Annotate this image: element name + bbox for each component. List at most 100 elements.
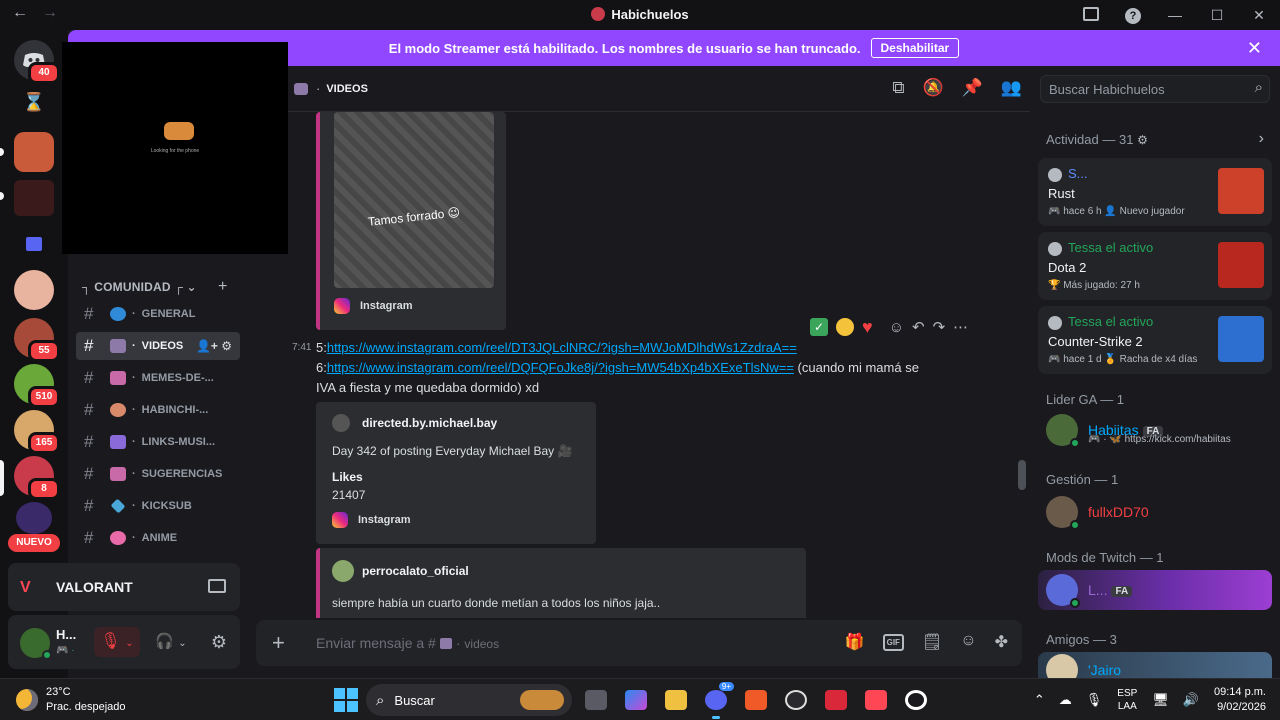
- server-icon[interactable]: [16, 502, 52, 534]
- folder-icon[interactable]: [14, 228, 54, 260]
- instagram-link[interactable]: https://www.instagram.com/reel/DQFQFoJke…: [327, 360, 794, 375]
- heart-reaction-icon[interactable]: ♥: [862, 317, 873, 338]
- channel-general[interactable]: # · GENERAL: [76, 300, 240, 328]
- direct-messages-button[interactable]: 40: [14, 40, 60, 84]
- app-icon[interactable]: [900, 684, 932, 716]
- server-icon[interactable]: 510: [14, 364, 60, 408]
- channel-sugerencias[interactable]: # · SUGERENCIAS: [76, 460, 240, 488]
- channel-habinchi[interactable]: # · HABINCHI-...: [76, 396, 240, 424]
- minimize-button[interactable]: —: [1154, 7, 1196, 23]
- activity-card[interactable]: Tessa el activo Dota 2 🏆 Más jugado: 27 …: [1038, 232, 1272, 300]
- avatar: [332, 560, 354, 582]
- cat-image: [164, 122, 194, 140]
- settings-gear-icon[interactable]: ⚙: [221, 339, 232, 353]
- settings-gear-icon[interactable]: ⚙: [1137, 133, 1148, 147]
- brave-icon[interactable]: [740, 684, 772, 716]
- embed-provider: Instagram: [332, 512, 411, 528]
- message-composer[interactable]: + Enviar mensaje a # · videos 🎁 GIF 🗒 ☺ ✤: [256, 620, 1022, 666]
- laugh-reaction-icon[interactable]: [836, 318, 854, 336]
- avatar[interactable]: [20, 628, 52, 660]
- volume-icon[interactable]: 🔊: [1183, 692, 1199, 708]
- file-explorer-icon[interactable]: [660, 684, 692, 716]
- chatgpt-icon[interactable]: [780, 684, 812, 716]
- network-icon[interactable]: 🖥: [1152, 692, 1169, 708]
- check-reaction-icon[interactable]: ✓: [810, 318, 828, 336]
- category-header[interactable]: ┐ COMUNIDAD ┌ ⌄: [82, 280, 197, 294]
- embed-author[interactable]: perrocalato_oficial: [332, 560, 469, 582]
- member-list: Actividad — 31 ⚙ › S... Rust 🎮 hace 6 h …: [1030, 112, 1280, 678]
- inbox-icon[interactable]: [1070, 6, 1112, 24]
- valorant-taskbar-icon[interactable]: [860, 684, 892, 716]
- counter-strike-game-icon: [1218, 316, 1264, 362]
- tag-badge: FA: [1111, 586, 1133, 597]
- member-list-icon[interactable]: 👥: [1001, 78, 1022, 98]
- windows-start-icon[interactable]: [334, 688, 358, 712]
- channel-kicksub[interactable]: # · KICKSUB: [76, 492, 240, 520]
- pin-icon[interactable]: 📌: [962, 78, 983, 98]
- close-window-button[interactable]: ✕: [1238, 7, 1280, 24]
- threads-icon[interactable]: ⧉: [892, 78, 904, 98]
- username[interactable]: H...: [56, 627, 76, 642]
- hash-icon: #: [84, 432, 94, 451]
- add-reaction-icon[interactable]: ☺: [889, 319, 904, 336]
- activity-header: Actividad — 31 ⚙: [1046, 132, 1148, 147]
- reply-icon[interactable]: ↶: [912, 318, 925, 336]
- close-banner-icon[interactable]: ✕: [1247, 38, 1262, 59]
- activity-card[interactable]: Tessa el activo Counter-Strike 2 🎮 hace …: [1038, 306, 1272, 374]
- server-icon[interactable]: [14, 180, 54, 216]
- server-icon[interactable]: [14, 270, 54, 310]
- clock[interactable]: 09:14 p.m. 9/02/2026: [1214, 685, 1266, 715]
- scrollbar[interactable]: [1018, 460, 1026, 490]
- member-item[interactable]: fullxDD70: [1046, 496, 1149, 530]
- user-settings-gear-icon[interactable]: ⚙: [204, 627, 234, 657]
- add-member-icon[interactable]: 👤+: [196, 339, 218, 353]
- disable-streamer-button[interactable]: Deshabilitar: [870, 38, 960, 58]
- microphone-icon[interactable]: 🎙: [1086, 692, 1103, 708]
- activity-card[interactable]: S... Rust 🎮 hace 6 h 👤 Nuevo jugador: [1038, 158, 1272, 226]
- embed-author[interactable]: directed.by.michael.bay: [332, 414, 497, 432]
- instagram-link[interactable]: https://www.instagram.com/reel/DT3JQLclN…: [327, 340, 797, 355]
- gift-icon[interactable]: 🎁: [845, 632, 865, 652]
- taskbar-search[interactable]: ⌕ Buscar: [366, 684, 572, 716]
- channel-memes[interactable]: # · MEMES-DE-...: [76, 364, 240, 392]
- game-activity-panel[interactable]: V VALORANT: [8, 563, 240, 611]
- language-indicator[interactable]: ESP LAA: [1117, 687, 1137, 713]
- apps-icon[interactable]: ✤: [995, 632, 1008, 652]
- headphones-button[interactable]: 🎧 ⌄: [148, 627, 194, 657]
- member-item[interactable]: Habiitas FA 🎮 · 🦋 https://kick.com/habiit…: [1046, 414, 1231, 448]
- member-item[interactable]: L... FA: [1046, 574, 1133, 608]
- screen-share-icon[interactable]: [208, 579, 226, 593]
- channel-videos[interactable]: # · VIDEOS 👤+ ⚙: [76, 332, 240, 360]
- message-input[interactable]: Enviar mensaje a # · videos: [316, 635, 499, 651]
- chevron-up-icon[interactable]: ⌃: [1034, 692, 1045, 708]
- channel-anime[interactable]: # · ANIME: [76, 524, 240, 552]
- task-view-icon[interactable]: [580, 684, 612, 716]
- help-icon[interactable]: ?: [1112, 6, 1154, 24]
- notification-bell-off-icon[interactable]: 🔕: [922, 78, 943, 98]
- maximize-button[interactable]: ☐: [1196, 7, 1238, 24]
- add-channel-icon[interactable]: +: [218, 278, 227, 296]
- sticker-icon[interactable]: 🗒: [922, 632, 942, 652]
- mute-mic-button[interactable]: 🎙 ⌄: [94, 627, 140, 657]
- emoji-icon[interactable]: ☺: [960, 632, 976, 652]
- server-icon[interactable]: [14, 132, 54, 172]
- member-item[interactable]: 'Jairo: [1046, 654, 1121, 678]
- app-icon[interactable]: [820, 684, 852, 716]
- server-icon[interactable]: 165: [14, 410, 60, 454]
- weather-widget[interactable]: 23°C Prac. despejado: [16, 685, 126, 715]
- gif-icon[interactable]: GIF: [882, 632, 904, 652]
- discord-taskbar-icon[interactable]: 9+: [700, 682, 734, 719]
- forward-icon[interactable]: ↷: [933, 318, 946, 336]
- add-attachment-icon[interactable]: +: [272, 630, 285, 656]
- more-options-icon[interactable]: ⋯: [953, 318, 968, 336]
- embed-image[interactable]: Tamos forrado 😉: [334, 112, 494, 288]
- server-icon-habichuelos[interactable]: 8: [14, 456, 60, 500]
- m365-icon[interactable]: [620, 684, 652, 716]
- channel-links-musica[interactable]: # · LINKS-MUSI...: [76, 428, 240, 456]
- hash-icon: #: [84, 304, 94, 323]
- cloud-icon[interactable]: ☁: [1059, 692, 1072, 708]
- search-input[interactable]: Buscar Habichuelos ⌕: [1040, 75, 1270, 103]
- hourglass-icon[interactable]: ⌛: [14, 86, 54, 118]
- server-icon[interactable]: 55: [14, 318, 60, 362]
- chevron-right-icon[interactable]: ›: [1259, 130, 1264, 148]
